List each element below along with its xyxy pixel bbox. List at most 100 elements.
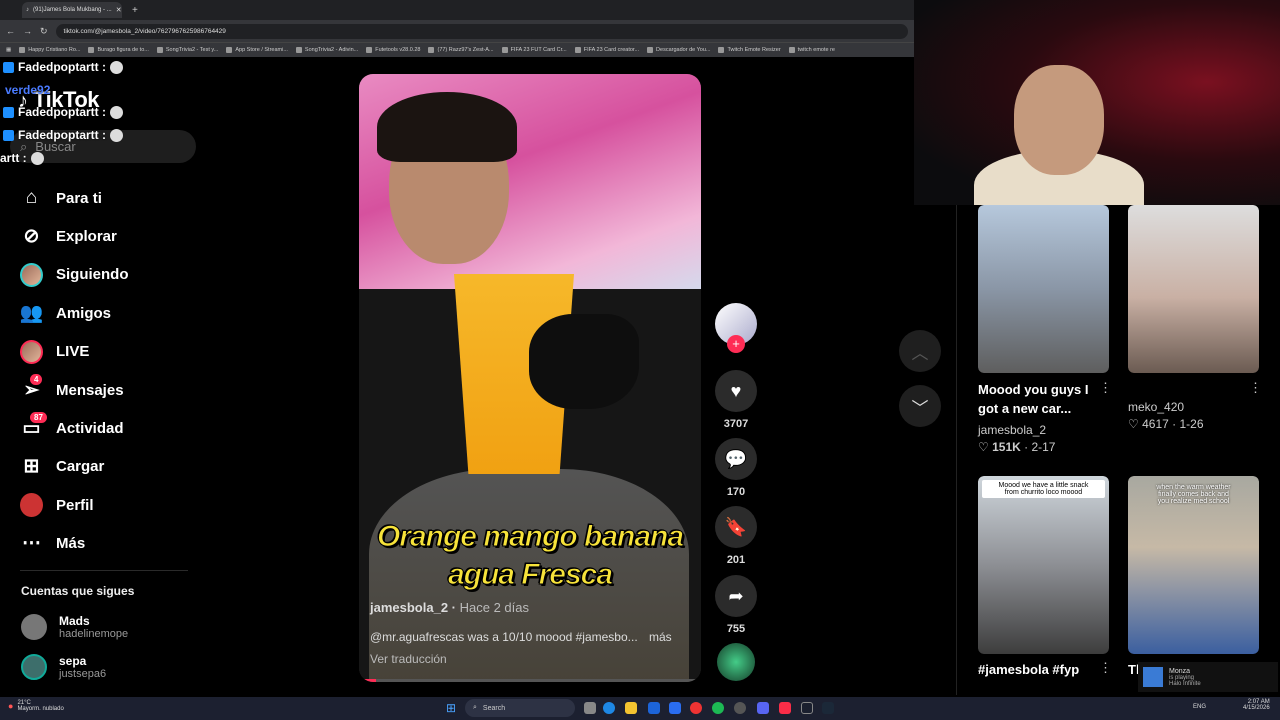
share-button[interactable]: ➦ 755 xyxy=(715,575,757,635)
url-field[interactable]: tiktok.com/@jamesbola_2/video/7627967625… xyxy=(55,23,908,39)
windows-start-icon[interactable]: ⊞ xyxy=(446,701,456,715)
now-playing-notification: Monza is playing Halo Infinite xyxy=(1138,662,1278,692)
following-account[interactable]: Mads hadelinemope xyxy=(21,614,128,640)
previous-video-button[interactable]: ︿ xyxy=(899,330,941,372)
apps-icon[interactable]: ▦ xyxy=(6,47,11,53)
more-options-icon[interactable]: ⋮ xyxy=(1249,380,1262,396)
chrome-icon[interactable] xyxy=(690,702,702,714)
close-tab-icon[interactable]: ✕ xyxy=(116,6,122,14)
task-view-icon[interactable] xyxy=(584,702,596,714)
app-icon[interactable] xyxy=(801,702,813,714)
emote-icon xyxy=(30,151,44,165)
like-button[interactable]: ♥ 3707 xyxy=(715,370,757,430)
bookmark-item[interactable]: Futetools v28.0.28 xyxy=(366,47,420,53)
nav-item-mensajes[interactable]: ➢ 4 Mensajes xyxy=(20,371,190,409)
thumbnail-text-line: from churrito loco moood xyxy=(1004,489,1083,496)
bookmark-label: Twitch Emote Resizer xyxy=(727,47,781,53)
video-card[interactable]: when the warm weather finally comes back … xyxy=(1128,476,1259,654)
bookmark-item[interactable]: Twitch Emote Resizer xyxy=(718,47,781,53)
steam-icon[interactable] xyxy=(822,702,834,714)
profile-avatar xyxy=(20,493,43,518)
reload-icon[interactable]: ↻ xyxy=(40,26,48,37)
author-avatar-button[interactable]: + xyxy=(715,303,757,353)
video-progress-bar[interactable] xyxy=(359,679,701,682)
windows-taskbar: ● 21°C Mayorm. nublado ⊞ ⌕ Search ENG 2:0… xyxy=(0,697,1280,720)
bookmark-item[interactable]: twitch emote re xyxy=(788,47,835,53)
bookmark-item[interactable]: App Store / Streami... xyxy=(226,47,288,53)
avatar xyxy=(21,614,47,640)
discord-icon[interactable] xyxy=(757,702,769,714)
comment-button[interactable]: 💬 170 xyxy=(715,438,757,498)
video-card[interactable] xyxy=(978,205,1109,373)
main-nav: ⌂ Para ti ⊘ Explorar Siguiendo 👥 Amigos LIVE ➢ 4 M… xyxy=(20,179,190,563)
bookmark-label: FIFA 23 Card creator... xyxy=(583,47,640,53)
nav-item-amigos[interactable]: 👥 Amigos xyxy=(20,294,190,332)
video-card[interactable]: Moood we have a little snack from churrit… xyxy=(978,476,1109,654)
nav-item-explorar[interactable]: ⊘ Explorar xyxy=(20,217,190,255)
bookmarks-bar: ▦ Happy Cristiano Ro... Burago figura de … xyxy=(0,42,914,57)
store-icon[interactable] xyxy=(669,702,681,714)
video-card-title[interactable]: Moood you guys I got a new car... xyxy=(978,380,1089,418)
twitch-badge-icon xyxy=(3,129,14,141)
notification-badge: 87 xyxy=(30,412,47,424)
chat-user: artt : xyxy=(0,151,27,165)
back-icon[interactable]: ← xyxy=(6,26,15,36)
sound-button[interactable] xyxy=(715,643,757,681)
browser-tab[interactable]: ♪ (91)James Bola Mukbang - ... ✕ xyxy=(22,2,122,18)
more-options-icon[interactable]: ⋮ xyxy=(1099,660,1112,676)
video-card-title[interactable]: #jamesbola #fyp xyxy=(978,660,1079,679)
nav-item-siguiendo[interactable]: Siguiendo xyxy=(20,256,190,294)
weather-desc: Mayorm. nublado xyxy=(17,706,64,712)
weather-widget[interactable]: ● 21°C Mayorm. nublado xyxy=(8,700,64,712)
taskbar-search[interactable]: ⌕ Search xyxy=(465,699,575,717)
more-options-icon[interactable]: ⋮ xyxy=(1099,380,1112,396)
bookmark-item[interactable]: SongTrivia2 - Test y... xyxy=(156,47,218,53)
weather-icon: ● xyxy=(8,701,14,711)
chat-message: Fadedpoptartt : xyxy=(3,60,123,74)
address-bar-row: ← → ↻ tiktok.com/@jamesbola_2/video/7627… xyxy=(0,20,914,42)
search-icon: ⌕ xyxy=(473,704,477,711)
bookmark-favicon-icon xyxy=(501,47,508,53)
nav-item-live[interactable]: LIVE xyxy=(20,333,190,371)
chat-message: verde92 xyxy=(5,83,50,97)
video-player[interactable]: Orange mango banana agua Fresca jamesbol… xyxy=(359,74,701,682)
follow-plus-icon[interactable]: + xyxy=(727,335,745,353)
new-tab-icon[interactable]: + xyxy=(132,5,138,16)
spotify-icon[interactable] xyxy=(712,702,724,714)
nav-item-actividad[interactable]: ▭ 87 Actividad xyxy=(20,409,190,447)
video-card[interactable] xyxy=(1128,205,1259,373)
bookmark-item[interactable]: FIFA 23 Card creator... xyxy=(574,47,640,53)
bookmark-label: Futetools v28.0.28 xyxy=(375,47,421,53)
bookmark-item[interactable]: FIFA 23 FUT Card Cr... xyxy=(501,47,567,53)
nav-item-perfil[interactable]: Perfil xyxy=(20,486,190,524)
share-icon: ➦ xyxy=(715,575,757,617)
chat-user: verde92 xyxy=(5,83,51,97)
clock[interactable]: 2:07 AM 4/15/2026 xyxy=(1243,699,1270,711)
save-button[interactable]: 🔖 201 xyxy=(715,506,757,566)
mail-icon[interactable] xyxy=(648,702,660,714)
video-card-user[interactable]: jamesbola_2 xyxy=(978,423,1046,437)
bookmark-item[interactable]: Happy Cristiano Ro... xyxy=(19,47,80,53)
translate-link[interactable]: Ver traducción xyxy=(370,652,447,666)
more-link[interactable]: más xyxy=(649,630,672,644)
video-card-user[interactable]: meko_420 xyxy=(1128,400,1184,414)
forward-icon[interactable]: → xyxy=(23,26,32,36)
video-thumbnail xyxy=(1128,205,1259,373)
next-video-button[interactable]: ﹀ xyxy=(899,385,941,427)
video-author[interactable]: jamesbola_2 xyxy=(370,600,448,615)
bookmark-item[interactable]: (77) Razz97's Zest-A... xyxy=(428,47,494,53)
nav-item-m-s[interactable]: ⋯ Más xyxy=(20,525,190,563)
file-explorer-icon[interactable] xyxy=(625,702,637,714)
obs-icon[interactable] xyxy=(734,702,746,714)
following-account[interactable]: sepa justsepa6 xyxy=(21,654,106,680)
edge-icon[interactable] xyxy=(603,702,615,714)
nav-item-cargar[interactable]: ⊞ Cargar xyxy=(20,448,190,486)
language-indicator[interactable]: ENG xyxy=(1193,704,1206,710)
bookmark-item[interactable]: SongTrivia2 - Adivin... xyxy=(295,47,358,53)
video-card-stats: ♡ 4617 · 1-26 xyxy=(1128,417,1204,431)
bookmark-item[interactable]: Burago figura de to... xyxy=(88,47,149,53)
nav-label: Siguiendo xyxy=(56,266,129,284)
music-app-icon[interactable] xyxy=(779,702,791,714)
bookmark-item[interactable]: Descargador de You... xyxy=(647,47,710,53)
nav-item-para-ti[interactable]: ⌂ Para ti xyxy=(20,179,190,217)
